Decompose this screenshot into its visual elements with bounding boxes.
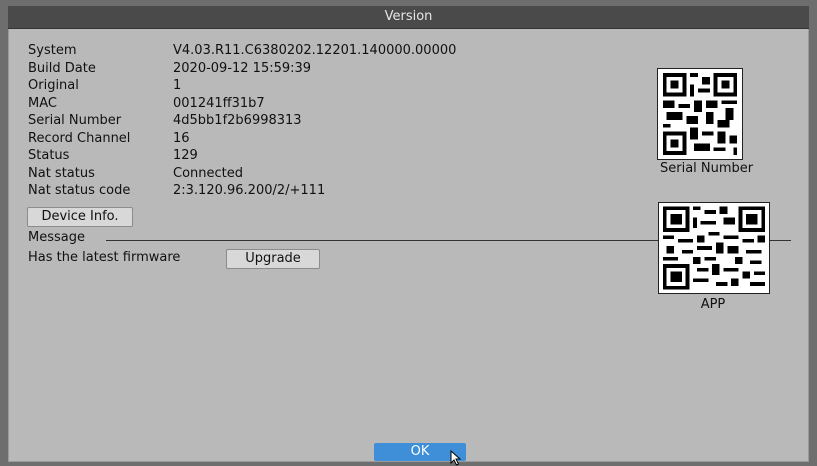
info-row-original: Original 1: [28, 77, 456, 95]
info-row-system: System V4.03.R11.C6380202.12201.140000.0…: [28, 42, 456, 60]
info-value: 129: [173, 148, 198, 163]
serial-number-qr-code-icon: [657, 68, 743, 160]
info-value: Connected: [173, 165, 244, 181]
info-label: Record Channel: [28, 130, 131, 146]
app-qr-caption: APP: [700, 297, 726, 312]
info-row-nat-status: Nat status Connected: [28, 165, 456, 183]
info-label: System: [28, 43, 77, 58]
info-value: 4d5bb1f2b6998313: [173, 113, 302, 128]
info-row-status: Status 129: [28, 147, 456, 165]
info-label: Build Date: [28, 60, 96, 76]
serial-number-qr-caption: Serial Number: [660, 161, 754, 176]
info-label: Nat status code: [28, 183, 131, 198]
app-qr-code-icon: [658, 202, 770, 294]
info-value: V4.03.R11.C6380202.12201.140000.00000: [173, 43, 457, 58]
info-label: Serial Number: [28, 113, 122, 128]
device-info-button[interactable]: Device Info.: [27, 207, 133, 227]
info-row-record-channel: Record Channel 16: [28, 130, 456, 148]
info-row-serial-number: Serial Number 4d5bb1f2b6998313: [28, 112, 456, 130]
info-label: Nat status: [28, 165, 95, 181]
info-value: 16: [173, 130, 190, 146]
info-value: 001241ff31b7: [173, 95, 265, 111]
info-value: 2:3.120.96.200/2/+111: [173, 183, 326, 198]
info-row-nat-status-code: Nat status code 2:3.120.96.200/2/+111: [28, 182, 456, 200]
info-value: 1: [173, 78, 182, 93]
info-row-mac: MAC 001241ff31b7: [28, 95, 456, 113]
info-value: 2020-09-12 15:59:39: [173, 60, 312, 76]
version-dialog: Version System V4.03.R11.C6380202.12201.…: [8, 6, 809, 466]
dialog-title: Version: [8, 6, 809, 29]
firmware-status-text: Has the latest firmware: [28, 250, 181, 265]
info-label: Original: [28, 78, 79, 93]
version-info-list: System V4.03.R11.C6380202.12201.140000.0…: [28, 42, 456, 200]
upgrade-button[interactable]: Upgrade: [226, 249, 320, 269]
info-label: Status: [28, 148, 70, 163]
message-label: Message: [28, 230, 85, 245]
info-label: MAC: [28, 95, 57, 111]
info-row-build-date: Build Date 2020-09-12 15:59:39: [28, 60, 456, 78]
